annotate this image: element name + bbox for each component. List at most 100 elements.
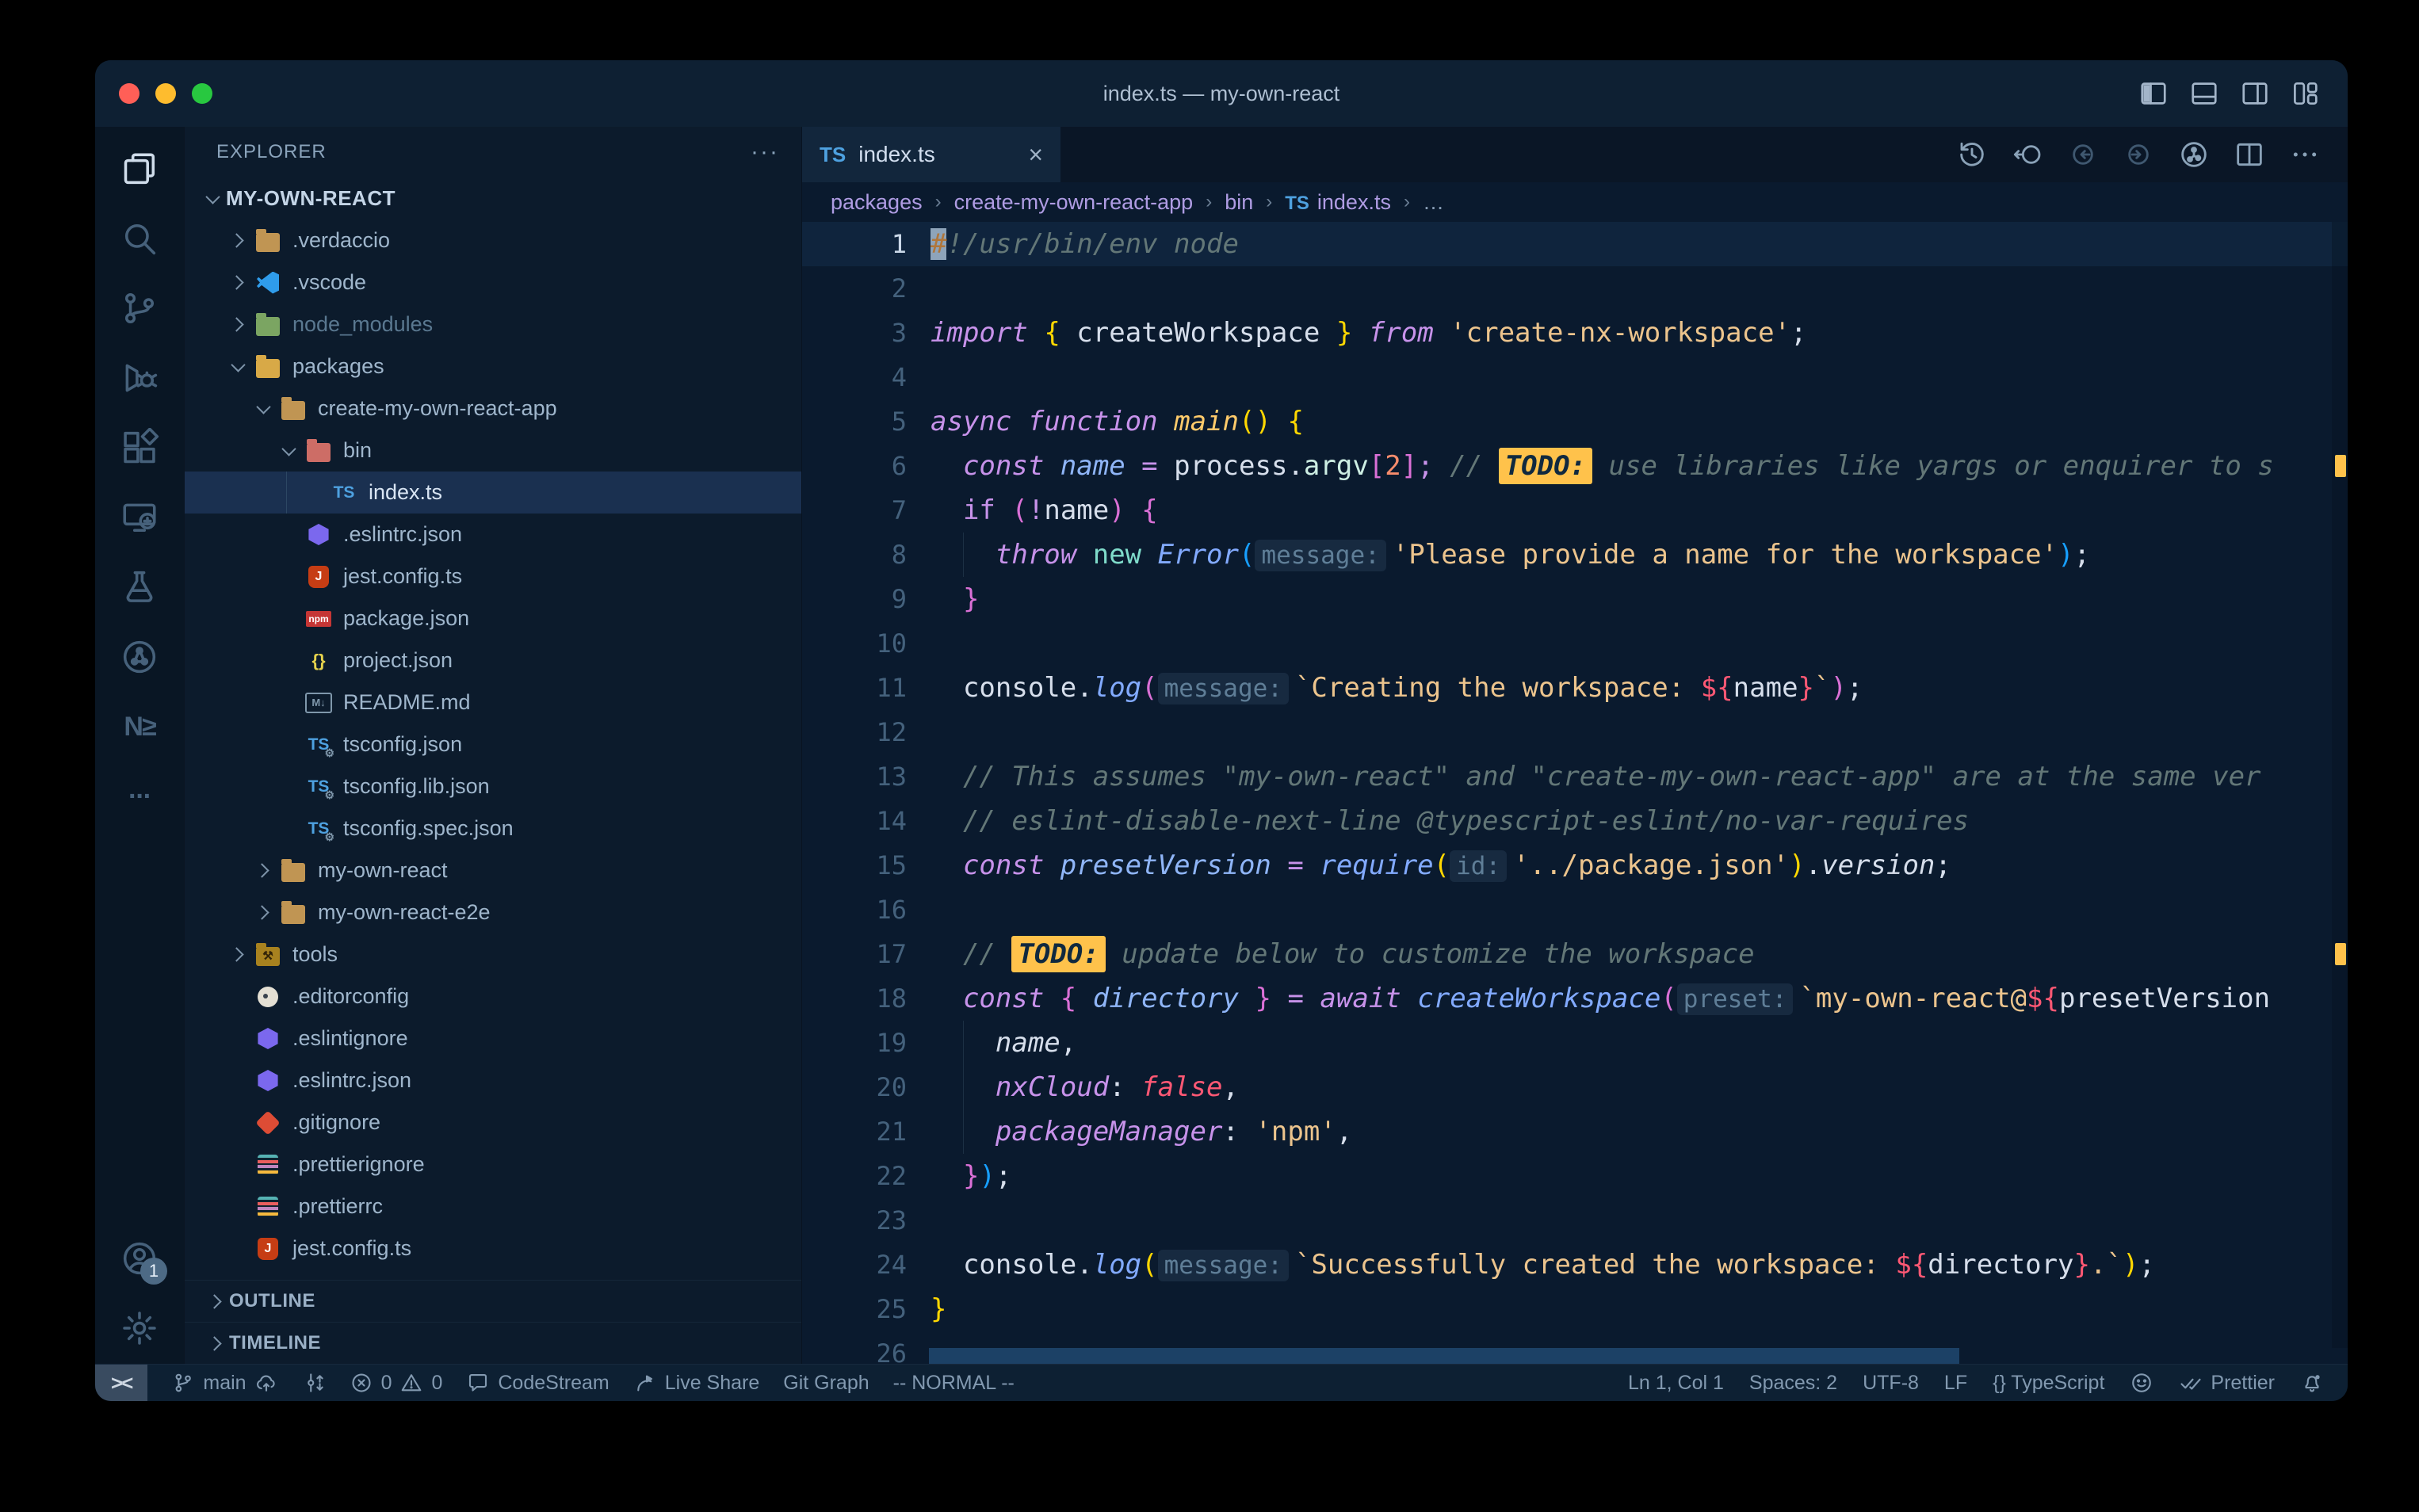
status-git-graph[interactable]: Git Graph	[783, 1365, 869, 1401]
line-number[interactable]: 19	[802, 1021, 907, 1065]
timeline-section[interactable]: TIMELINE	[185, 1322, 801, 1364]
nav-forward-icon[interactable]	[2123, 139, 2154, 170]
tree-item-.eslintrc.json[interactable]: .eslintrc.json	[185, 1060, 801, 1102]
status-language-mode[interactable]: {} TypeScript	[1993, 1365, 2104, 1401]
tree-item-.verdaccio[interactable]: .verdaccio	[185, 220, 801, 262]
breadcrumb-item-bin[interactable]: bin	[1225, 190, 1253, 215]
line-number[interactable]: 16	[802, 888, 907, 932]
title-bar[interactable]: index.ts — my-own-react	[95, 60, 2348, 127]
tree-item-project.json[interactable]: {}project.json	[185, 640, 801, 682]
tree-item-index.ts[interactable]: TSindex.ts	[185, 472, 801, 514]
line-number[interactable]: 12	[802, 710, 907, 754]
horizontal-scrollbar[interactable]	[929, 1348, 1959, 1364]
tree-item-.gitignore[interactable]: .gitignore	[185, 1102, 801, 1144]
outline-section[interactable]: OUTLINE	[185, 1280, 801, 1322]
status-prettier[interactable]: Prettier	[2179, 1365, 2275, 1401]
explorer-more-actions-icon[interactable]: ···	[751, 139, 779, 166]
status-vim-mode[interactable]: -- NORMAL --	[893, 1365, 1015, 1401]
toggle-panel-icon[interactable]	[2189, 78, 2219, 109]
line-number[interactable]: 9	[802, 577, 907, 621]
line-number[interactable]: 25	[802, 1287, 907, 1331]
line-number[interactable]: 8	[802, 533, 907, 577]
open-previous-icon[interactable]	[2012, 139, 2043, 170]
tree-item-tsconfig.lib.json[interactable]: TStsconfig.lib.json	[185, 766, 801, 808]
breadcrumb-item-create-my-own-react-app[interactable]: create-my-own-react-app	[954, 190, 1194, 215]
line-number[interactable]: 3	[802, 311, 907, 355]
line-number[interactable]: 21	[802, 1109, 907, 1154]
status-eol[interactable]: LF	[1944, 1365, 1967, 1401]
line-number[interactable]: 1	[802, 222, 907, 266]
tree-item-package.json[interactable]: npmpackage.json	[185, 598, 801, 640]
status-commits[interactable]	[302, 1365, 326, 1401]
line-number[interactable]: 17	[802, 932, 907, 976]
activity-nx-console-icon[interactable]: N≥	[118, 705, 161, 748]
activity-search-icon[interactable]	[118, 217, 161, 260]
line-number[interactable]: 13	[802, 754, 907, 799]
status-cursor-position[interactable]: Ln 1, Col 1	[1628, 1365, 1724, 1401]
tree-root[interactable]: MY-OWN-REACT	[185, 178, 801, 220]
toggle-sidebar-icon[interactable]	[2138, 78, 2169, 109]
status-feedback[interactable]	[2130, 1365, 2153, 1401]
tree-item-.editorconfig[interactable]: .editorconfig	[185, 976, 801, 1018]
tree-item-node_modules[interactable]: node_modules	[185, 304, 801, 346]
activity-run-debug-icon[interactable]	[118, 357, 161, 399]
tree-item-.prettierignore[interactable]: .prettierignore	[185, 1144, 801, 1186]
minimize-window-button[interactable]	[155, 83, 176, 104]
tree-item-tools[interactable]: ⚒tools	[185, 934, 801, 976]
split-editor-icon[interactable]	[2234, 139, 2265, 170]
breadcrumb-item-…[interactable]: …	[1423, 190, 1444, 215]
activity-more-views-icon[interactable]: ···	[118, 775, 161, 818]
breadcrumb-item-index.ts[interactable]: TSindex.ts	[1285, 190, 1391, 215]
activity-source-control-icon[interactable]	[118, 287, 161, 330]
tab-index-ts[interactable]: TS index.ts ×	[802, 127, 1060, 182]
line-number[interactable]: 4	[802, 355, 907, 399]
tree-item-packages[interactable]: packages	[185, 346, 801, 388]
activity-settings-icon[interactable]	[118, 1307, 161, 1350]
activity-testing-icon[interactable]	[118, 566, 161, 609]
nav-back-icon[interactable]	[2067, 139, 2099, 170]
line-number[interactable]: 7	[802, 488, 907, 533]
activity-remote-explorer-icon[interactable]	[118, 496, 161, 539]
tree-item-create-my-own-react-app[interactable]: create-my-own-react-app	[185, 388, 801, 430]
status-encoding[interactable]: UTF-8	[1863, 1365, 1919, 1401]
more-actions-icon[interactable]	[2289, 139, 2321, 170]
close-window-button[interactable]	[119, 83, 139, 104]
line-number[interactable]: 5	[802, 399, 907, 444]
status-remote-indicator[interactable]: ><	[95, 1365, 147, 1401]
scm-graph-icon[interactable]	[2178, 139, 2210, 170]
tree-item-my-own-react-e2e[interactable]: my-own-react-e2e	[185, 892, 801, 934]
tree-item-.eslintignore[interactable]: .eslintignore	[185, 1018, 801, 1060]
tree-item-.eslintrc.json[interactable]: .eslintrc.json	[185, 514, 801, 556]
line-number[interactable]: 11	[802, 666, 907, 710]
tree-item-.vscode[interactable]: .vscode	[185, 262, 801, 304]
zoom-window-button[interactable]	[192, 83, 212, 104]
line-number[interactable]: 23	[802, 1198, 907, 1243]
line-number[interactable]: 18	[802, 976, 907, 1021]
line-number[interactable]: 6	[802, 444, 907, 488]
tree-item-tsconfig.spec.json[interactable]: TStsconfig.spec.json	[185, 808, 801, 850]
toggle-secondary-sidebar-icon[interactable]	[2240, 78, 2270, 109]
activity-accounts-icon[interactable]: 1	[118, 1237, 161, 1280]
activity-extensions-icon[interactable]	[118, 426, 161, 469]
line-number[interactable]: 10	[802, 621, 907, 666]
line-number[interactable]: 22	[802, 1154, 907, 1198]
breadcrumb-item-packages[interactable]: packages	[831, 190, 923, 215]
line-number[interactable]: 24	[802, 1243, 907, 1287]
tree-item-bin[interactable]: bin	[185, 430, 801, 472]
status-codestream[interactable]: CodeStream	[466, 1365, 609, 1401]
line-number[interactable]: 14	[802, 799, 907, 843]
line-number[interactable]: 26	[802, 1331, 907, 1364]
status-git-branch[interactable]: main	[171, 1365, 277, 1401]
activity-codestream-icon[interactable]	[118, 636, 161, 678]
line-number[interactable]: 2	[802, 266, 907, 311]
status-notifications[interactable]	[2300, 1365, 2324, 1401]
tree-item-README.md[interactable]: M↓README.md	[185, 682, 801, 724]
close-tab-icon[interactable]: ×	[1028, 142, 1043, 167]
activity-explorer-icon[interactable]	[118, 147, 161, 190]
code-editor[interactable]: 1#!/usr/bin/env node23import { createWor…	[802, 222, 2348, 1364]
tree-item-tsconfig.json[interactable]: TStsconfig.json	[185, 724, 801, 766]
timeline-history-icon[interactable]	[1956, 139, 1988, 170]
overview-ruler[interactable]	[2332, 222, 2348, 1348]
tree-item-.prettierrc[interactable]: .prettierrc	[185, 1186, 801, 1228]
customize-layout-icon[interactable]	[2291, 78, 2321, 109]
